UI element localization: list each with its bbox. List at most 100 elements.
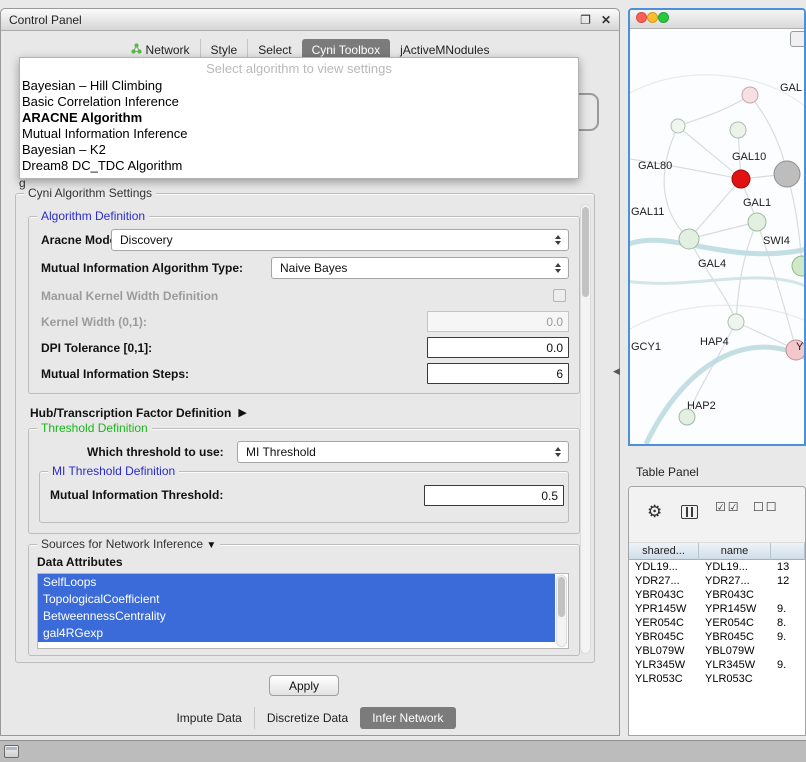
column-header-shared[interactable]: shared... [629, 543, 699, 560]
sources-title: Sources for Network Inference ▼ [37, 537, 220, 551]
algorithm-option-aracne-algorithm[interactable]: ARACNE Algorithm [20, 110, 578, 126]
gear-icon[interactable]: ⚙ [647, 503, 662, 520]
table-row[interactable]: YBL079WYBL079W [629, 644, 805, 658]
popup-item-list: Bayesian – Hill ClimbingBasic Correlatio… [20, 78, 578, 174]
aracne-mode-row: Aracne Mode: Discovery [29, 229, 579, 251]
kernel-width-input[interactable] [427, 311, 569, 332]
combo-arrows-icon [552, 230, 564, 250]
control-panel-window: Control Panel ❐ ✕ NetworkStyleSelectCyni… [0, 8, 620, 736]
table-cell: YLR345W [699, 658, 771, 672]
algorithm-option-mutual-information-inference[interactable]: Mutual Information Inference [20, 126, 578, 142]
tab-infer-network[interactable]: Infer Network [360, 707, 455, 729]
sources-title-text: Sources for Network Inference [41, 537, 203, 551]
data-attribute-item[interactable]: SelfLoops [38, 574, 555, 591]
column-header-name[interactable]: name [699, 543, 771, 560]
network-node[interactable] [671, 119, 685, 133]
control-panel-titlebar[interactable]: Control Panel ❐ ✕ [1, 9, 619, 31]
column-header-extra[interactable] [771, 543, 805, 560]
table-header-row: shared...name [629, 543, 805, 560]
node-label-gal: GAL [780, 82, 802, 94]
table-row[interactable]: YLR053CYLR053C [629, 672, 805, 686]
network-node[interactable] [792, 256, 804, 276]
list-scrollbar[interactable] [556, 575, 567, 647]
aracne-mode-select[interactable]: Discovery [111, 229, 569, 251]
table-row[interactable]: YBR045CYBR045C9. [629, 630, 805, 644]
mi-threshold-input[interactable] [424, 485, 564, 506]
minimize-button[interactable] [647, 12, 658, 23]
table-row[interactable]: YPR145WYPR145W9. [629, 602, 805, 616]
data-attribute-item[interactable]: TopologicalCoefficient [38, 591, 555, 608]
table-cell: YDR27... [629, 574, 699, 588]
which-threshold-select[interactable]: MI Threshold [237, 441, 569, 463]
algorithm-dropdown-popup: Select algorithm to view settings Bayesi… [19, 57, 579, 179]
show-columns-icon[interactable]: ☑☑ [715, 501, 741, 513]
mi-type-label: Mutual Information Algorithm Type: [41, 257, 243, 279]
node-GAL4[interactable] [679, 229, 699, 249]
mi-steps-input[interactable] [427, 363, 569, 384]
tab-label: Cyni Toolbox [312, 43, 380, 57]
mi-type-row: Mutual Information Algorithm Type: Naive… [29, 257, 579, 279]
network-node[interactable] [730, 122, 746, 138]
hide-columns-icon[interactable]: ☐☐ [753, 501, 779, 513]
table-cell: YBR043C [629, 588, 699, 602]
node-GAL1[interactable] [748, 213, 766, 231]
network-window-titlebar[interactable] [630, 10, 804, 29]
close-button[interactable] [636, 12, 647, 23]
tab-impute-data[interactable]: Impute Data [164, 707, 253, 729]
table-row[interactable]: YLR345WYLR345W9. [629, 658, 805, 672]
combo-arrows-icon [552, 258, 564, 278]
which-threshold-label: Which threshold to use: [87, 441, 224, 463]
mi-type-select[interactable]: Naive Bayes [271, 257, 569, 279]
mi-type-value: Naive Bayes [280, 261, 347, 275]
close-icon[interactable]: ✕ [601, 14, 611, 26]
table-row[interactable]: YDL19...YDL19...13 [629, 560, 805, 574]
settings-scrollbar-thumb[interactable] [582, 207, 589, 297]
table-cell: YDL19... [629, 560, 699, 574]
mi-threshold-label: Mutual Information Threshold: [50, 488, 223, 502]
aracne-mode-label: Aracne Mode: [41, 229, 120, 251]
algorithm-option-bayesian-k2[interactable]: Bayesian – K2 [20, 142, 578, 158]
table-cell: YBR043C [699, 588, 771, 602]
table-row[interactable]: YBR043CYBR043C [629, 588, 805, 602]
table-cell: YPR145W [629, 602, 699, 616]
algorithm-option-basic-correlation-inference[interactable]: Basic Correlation Inference [20, 94, 578, 110]
column-layout-icon[interactable] [681, 505, 698, 519]
mi-threshold-group: MI Threshold Definition Mutual Informati… [39, 471, 569, 523]
hub-section-label: Hub/Transcription Factor Definition [30, 406, 231, 420]
expand-arrow-icon[interactable]: ▶ [238, 408, 246, 419]
network-edge [678, 95, 750, 126]
tab-discretize-data[interactable]: Discretize Data [254, 707, 360, 729]
table-cell: YLR345W [629, 658, 699, 672]
cyni-mode-tabs: Impute DataDiscretize DataInfer Network [1, 707, 619, 729]
network-node[interactable] [728, 314, 744, 330]
node-label-gal4: GAL4 [698, 258, 726, 270]
minimized-window-icon[interactable] [4, 745, 19, 758]
table-row[interactable]: YDR27...YDR27...12 [629, 574, 805, 588]
manual-kernel-checkbox[interactable] [553, 289, 566, 302]
network-node[interactable] [742, 87, 758, 103]
zoom-button[interactable] [658, 12, 669, 23]
tab-label: Select [258, 43, 291, 57]
node-label-gal10: GAL10 [732, 151, 766, 163]
dpi-tolerance-input[interactable] [427, 337, 569, 358]
data-attributes-items: SelfLoopsTopologicalCoefficientBetweenne… [38, 574, 568, 642]
table-row[interactable]: YER054CYER054C8. [629, 616, 805, 630]
settings-scrollbar[interactable] [580, 204, 591, 654]
float-window-icon[interactable]: ❐ [580, 14, 591, 26]
table-cell [771, 672, 805, 686]
algorithm-option-dream8-dc-tdc-algorithm[interactable]: Dream8 DC_TDC Algorithm [20, 158, 578, 174]
data-attribute-item[interactable]: BetweennessCentrality [38, 608, 555, 625]
node-label-hap4: HAP4 [700, 336, 729, 348]
unchecked-box-icon: ☐ [766, 500, 779, 514]
node-GAL10[interactable] [732, 170, 750, 188]
algorithm-option-bayesian-hill-climbing[interactable]: Bayesian – Hill Climbing [20, 78, 578, 94]
panel-splitter-arrow[interactable]: ◀ [613, 366, 620, 377]
collapse-arrow-icon[interactable]: ▼ [206, 540, 216, 551]
network-node[interactable] [774, 161, 800, 187]
apply-button[interactable]: Apply [269, 675, 339, 696]
data-attribute-item[interactable]: gal4RGexp [38, 625, 555, 642]
aracne-mode-value: Discovery [120, 233, 173, 247]
list-scrollbar-thumb[interactable] [558, 577, 565, 617]
birdseye-view-box[interactable] [790, 31, 806, 47]
hub-section-expander[interactable]: Hub/Transcription Factor Definition ▶ [30, 404, 247, 422]
